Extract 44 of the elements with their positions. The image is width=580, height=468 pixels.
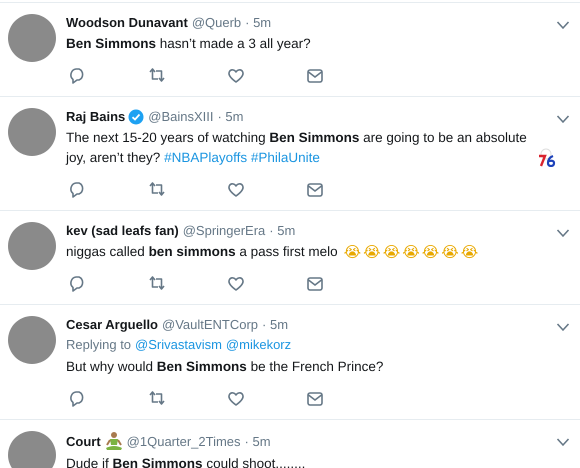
tweet-text: Dude if Ben Simmons could shoot........: [66, 455, 306, 468]
tweet-time[interactable]: · 5m: [217, 108, 244, 126]
chevron-down-icon[interactable]: [556, 322, 570, 332]
mention-link[interactable]: @mikekorz: [226, 335, 292, 355]
avatar-photo-placeholder[interactable]: [8, 14, 56, 62]
chevron-down-icon[interactable]: [556, 20, 570, 30]
tweet-text: niggas called ben simmons a pass first melo: [66, 243, 338, 261]
envelope-icon[interactable]: [305, 389, 325, 409]
heart-icon[interactable]: [226, 274, 246, 294]
user-handle[interactable]: @1Quarter_2Times: [126, 432, 241, 450]
user-name[interactable]: Woodson Dunavant: [66, 14, 188, 32]
replying-to-label: Replying to: [66, 336, 132, 354]
user-name[interactable]: Cesar Arguello: [66, 316, 158, 334]
avatar-photo-placeholder[interactable]: [8, 108, 56, 156]
tweet-time[interactable]: · 5m: [262, 316, 288, 334]
user-name[interactable]: Raj Bains: [66, 108, 126, 126]
tweet-text: Ben Simmons hasn’t made a 3 all year?: [66, 35, 311, 53]
user-name[interactable]: kev (sad leafs fan): [66, 222, 179, 240]
envelope-icon[interactable]: [305, 66, 325, 86]
heart-icon[interactable]: [226, 180, 246, 200]
chevron-down-icon[interactable]: [556, 228, 570, 238]
avatar-photo-placeholder[interactable]: [8, 316, 56, 364]
tweet-time[interactable]: · 5m: [269, 222, 296, 240]
user-handle[interactable]: @Querb: [192, 14, 242, 32]
avatar-photo-placeholder[interactable]: [8, 222, 56, 270]
user-handle[interactable]: @SpringerEra: [182, 222, 266, 240]
tweet-time[interactable]: · 5m: [244, 432, 271, 450]
hashtag-link[interactable]: #NBAPlayoffs: [164, 150, 248, 165]
user-handle[interactable]: @BainsXIII: [148, 108, 214, 126]
avatar-photo-placeholder[interactable]: [8, 431, 56, 468]
chevron-down-icon[interactable]: [556, 437, 570, 447]
heart-icon[interactable]: [226, 389, 246, 409]
tweet-text: But why would Ben Simmons be the French Prince?: [66, 358, 384, 376]
user-name[interactable]: Court: [66, 432, 101, 450]
hashtag-link[interactable]: #PhilaUnite: [250, 150, 320, 165]
heart-icon[interactable]: [226, 66, 246, 86]
user-handle[interactable]: @VaultENTCorp: [162, 316, 258, 334]
mention-link[interactable]: @Srivastavism: [135, 335, 222, 355]
tweet-text: The next 15-20 years of watching Ben Simmons are going to be an absolute joy, aren’t they? #NBAPlayoffs #PhilaUnite: [66, 129, 528, 167]
envelope-icon[interactable]: [305, 274, 325, 294]
envelope-icon[interactable]: [305, 180, 325, 200]
chevron-down-icon[interactable]: [556, 114, 570, 124]
tweet-time[interactable]: · 5m: [245, 14, 272, 32]
crying-emoji-icon: 😭😭😭😭😭😭😭: [344, 242, 480, 262]
